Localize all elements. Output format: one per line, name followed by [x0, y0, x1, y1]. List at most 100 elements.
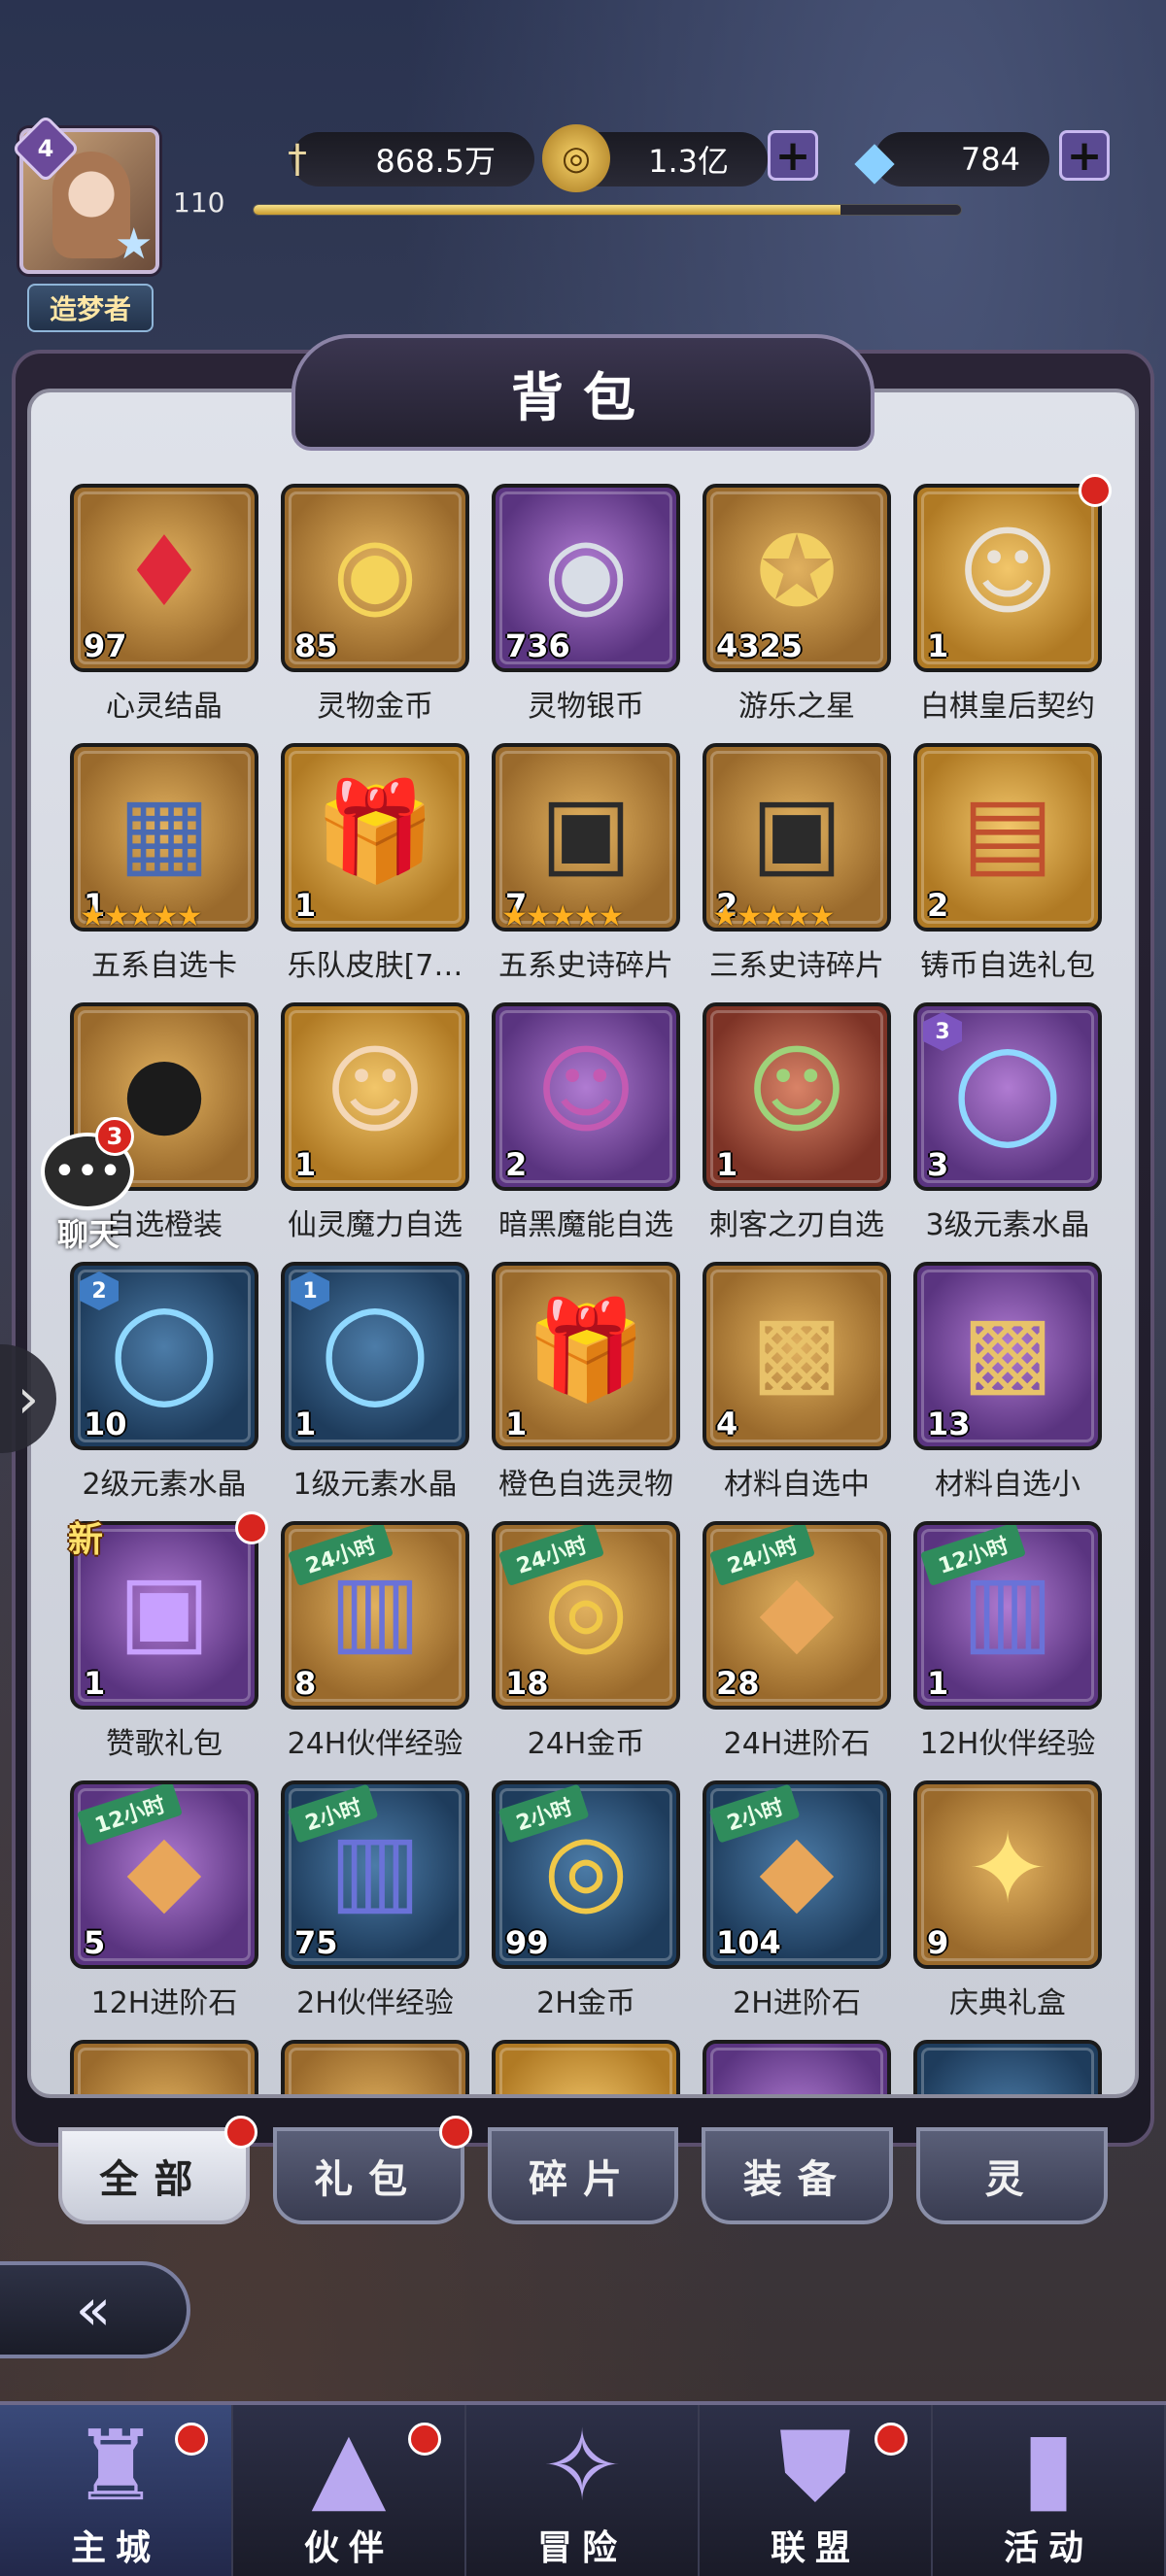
tab-label: 全部	[99, 2157, 209, 2202]
card-icon: ▦	[118, 774, 211, 888]
treasure-chest-icon: ▣	[539, 774, 633, 888]
notification-dot	[874, 2423, 908, 2456]
crystal-icon: ♦	[120, 515, 208, 628]
inventory-item[interactable]: ◎ 2小时 99 2H金币	[492, 1780, 680, 2020]
inventory-item[interactable]: ▪	[492, 2040, 680, 2094]
inventory-item[interactable]: ▣ 2 ★★★★★ 三系史诗碎片	[703, 743, 891, 983]
inventory-item[interactable]: ◯ 1 1 1级元素水晶	[281, 1262, 469, 1502]
item-grid: ♦ 97 心灵结晶 ◉ 85 灵物金币 ◉ 736 灵物银币 ✪ 4325 游乐之星 ☺ 1 白棋皇后契约 ▦…	[68, 474, 1112, 2094]
exp-level: 110	[173, 186, 225, 219]
inventory-item[interactable]: ▪	[913, 2040, 1102, 2094]
item-count: 8	[294, 1665, 317, 1702]
item-tile: ✪ 4325	[703, 484, 891, 672]
inventory-item[interactable]: ▤ 2 铸币自选礼包	[913, 743, 1102, 983]
back-arrow-icon: «	[75, 2276, 112, 2344]
nav-item-3[interactable]: ⛊ 联盟	[700, 2405, 933, 2576]
tab-1[interactable]: 礼包	[272, 2116, 472, 2224]
sword-icon: †	[288, 137, 307, 182]
item-name: 铸币自选礼包	[920, 949, 1095, 983]
inventory-item[interactable]: ▪	[281, 2040, 469, 2094]
inventory-item[interactable]: ▣ 7 ★★★★★ 五系史诗碎片	[492, 743, 680, 983]
item-tile: ▣ 7 ★★★★★	[492, 743, 680, 932]
item-tile: ◉ 85	[281, 484, 469, 672]
nav-item-2[interactable]: ✧ 冒险	[466, 2405, 700, 2576]
item-tile: ◆ 2小时 104	[703, 1780, 891, 1969]
item-count: 1	[84, 1665, 106, 1702]
exp-bar-fill	[254, 205, 841, 215]
chat-button[interactable]: ••• 3 聊天	[35, 1117, 142, 1253]
player-title[interactable]: 造梦者	[27, 284, 154, 332]
inventory-item[interactable]: ▥ 2小时 75 2H伙伴经验	[281, 1780, 469, 2020]
inventory-item[interactable]: 🎁 1 乐队皮肤[7…	[281, 743, 469, 983]
inventory-item[interactable]: ▪	[70, 2040, 258, 2094]
diamond-plus-button[interactable]: +	[1059, 130, 1110, 181]
diamond-icon: ◆	[854, 128, 895, 190]
item-tile: ◯ 1 1	[281, 1262, 469, 1450]
item-name: 24H伙伴经验	[287, 1727, 463, 1761]
nav-item-4[interactable]: ▮ 活动	[933, 2405, 1166, 2576]
item-name: 材料自选小	[935, 1468, 1080, 1502]
item-count: 1	[294, 1146, 317, 1183]
item-count: 75	[294, 1924, 338, 1961]
inventory-item[interactable]: ☺ 1 白棋皇后契约	[913, 474, 1112, 724]
star-rating: ★★★★★	[712, 899, 835, 932]
item-name: 乐队皮肤[7…	[287, 949, 463, 983]
item-tile: ▪	[913, 2040, 1102, 2094]
inventory-item[interactable]: ▩ 13 材料自选小	[913, 1262, 1102, 1502]
item-tile: ◎ 2小时 99	[492, 1780, 680, 1969]
item-tile: ▪	[70, 2040, 258, 2094]
inventory-item[interactable]: ☺ 1 仙灵魔力自选	[281, 1002, 469, 1242]
inventory-item[interactable]: 🎁 1 橙色自选灵物	[492, 1262, 680, 1502]
inventory-item[interactable]: ▪	[703, 2040, 891, 2094]
inventory-item[interactable]: ♦ 97 心灵结晶	[70, 484, 258, 724]
gift-pile-icon: ▩	[961, 1293, 1054, 1407]
tab-0[interactable]: 全部	[58, 2116, 257, 2224]
tab-3[interactable]: 装备	[702, 2127, 894, 2224]
back-button[interactable]: «	[0, 2261, 190, 2358]
inventory-item[interactable]: ✪ 4325 游乐之星	[703, 484, 891, 724]
inventory-item[interactable]: ◆ 2小时 104 2H进阶石	[703, 1780, 891, 2020]
item-name: 2H进阶石	[733, 1986, 861, 2020]
inventory-item[interactable]: ▩ 4 材料自选中	[703, 1262, 891, 1502]
item-name: 灵物银币	[528, 690, 644, 724]
purple-gift-icon: ▣	[118, 1552, 211, 1666]
inventory-item[interactable]: ▥ 12小时 1 12H伙伴经验	[913, 1521, 1102, 1761]
gold-plus-button[interactable]: +	[768, 130, 818, 181]
tab-4[interactable]: 灵	[916, 2127, 1108, 2224]
inventory-item[interactable]: ◯ 2 10 2级元素水晶	[70, 1262, 258, 1502]
dark-portrait-icon: ☺	[534, 1034, 637, 1147]
inventory-item[interactable]: ▥ 24小时 8 24H伙伴经验	[281, 1521, 469, 1761]
panel-title: 背包	[511, 366, 655, 428]
puzzle-portrait-icon: ☺	[956, 515, 1059, 628]
inventory-item[interactable]: ▣ 1 新赞歌礼包	[68, 1511, 268, 1761]
inventory-item[interactable]: ◆ 12小时 5 12H进阶石	[70, 1780, 258, 2020]
tab-2[interactable]: 碎片	[487, 2127, 679, 2224]
nav-item-0[interactable]: ♜ 主城	[0, 2405, 233, 2576]
inventory-item[interactable]: ◆ 24小时 28 24H进阶石	[703, 1521, 891, 1761]
tab-label: 碎片	[528, 2157, 637, 2202]
power-display: † 868.5万	[288, 132, 534, 186]
inventory-item[interactable]: ☺ 2 暗黑魔能自选	[492, 1002, 680, 1242]
panel-title-bar: 背包	[292, 334, 874, 451]
inventory-item[interactable]: ☺ 1 刺客之刃自选	[703, 1002, 891, 1242]
compass-icon: ✧	[541, 2409, 623, 2523]
item-name: 橙色自选灵物	[498, 1468, 673, 1502]
castle-icon: ♜	[72, 2409, 159, 2523]
item-name: 2H金币	[536, 1986, 635, 2020]
cards-icon: ▮	[1021, 2409, 1076, 2523]
item-tile: 🎁 1	[281, 743, 469, 932]
inventory-item[interactable]: ◎ 24小时 18 24H金币	[492, 1521, 680, 1761]
item-count: 1	[927, 1665, 949, 1702]
item-count: 99	[505, 1924, 549, 1961]
gift-pile-icon: ▩	[750, 1293, 843, 1407]
inventory-item[interactable]: ✦ 9 庆典礼盒	[913, 1780, 1102, 2020]
inventory-item[interactable]: ▦ 1 ★★★★★ 五系自选卡	[70, 743, 258, 983]
chevron-right-icon: ›	[17, 1367, 40, 1431]
nav-item-1[interactable]: ▲ 伙伴	[233, 2405, 466, 2576]
inventory-item[interactable]: ◉ 736 灵物银币	[492, 484, 680, 724]
inventory-item[interactable]: ◯ 3 3 3级元素水晶	[913, 1002, 1102, 1242]
inventory-item[interactable]: ◉ 85 灵物金币	[281, 484, 469, 724]
category-tabs: 全部 礼包 碎片 装备 灵	[58, 2116, 1108, 2234]
notification-dot	[408, 2423, 441, 2456]
item-tile: ◆ 24小时 28	[703, 1521, 891, 1710]
